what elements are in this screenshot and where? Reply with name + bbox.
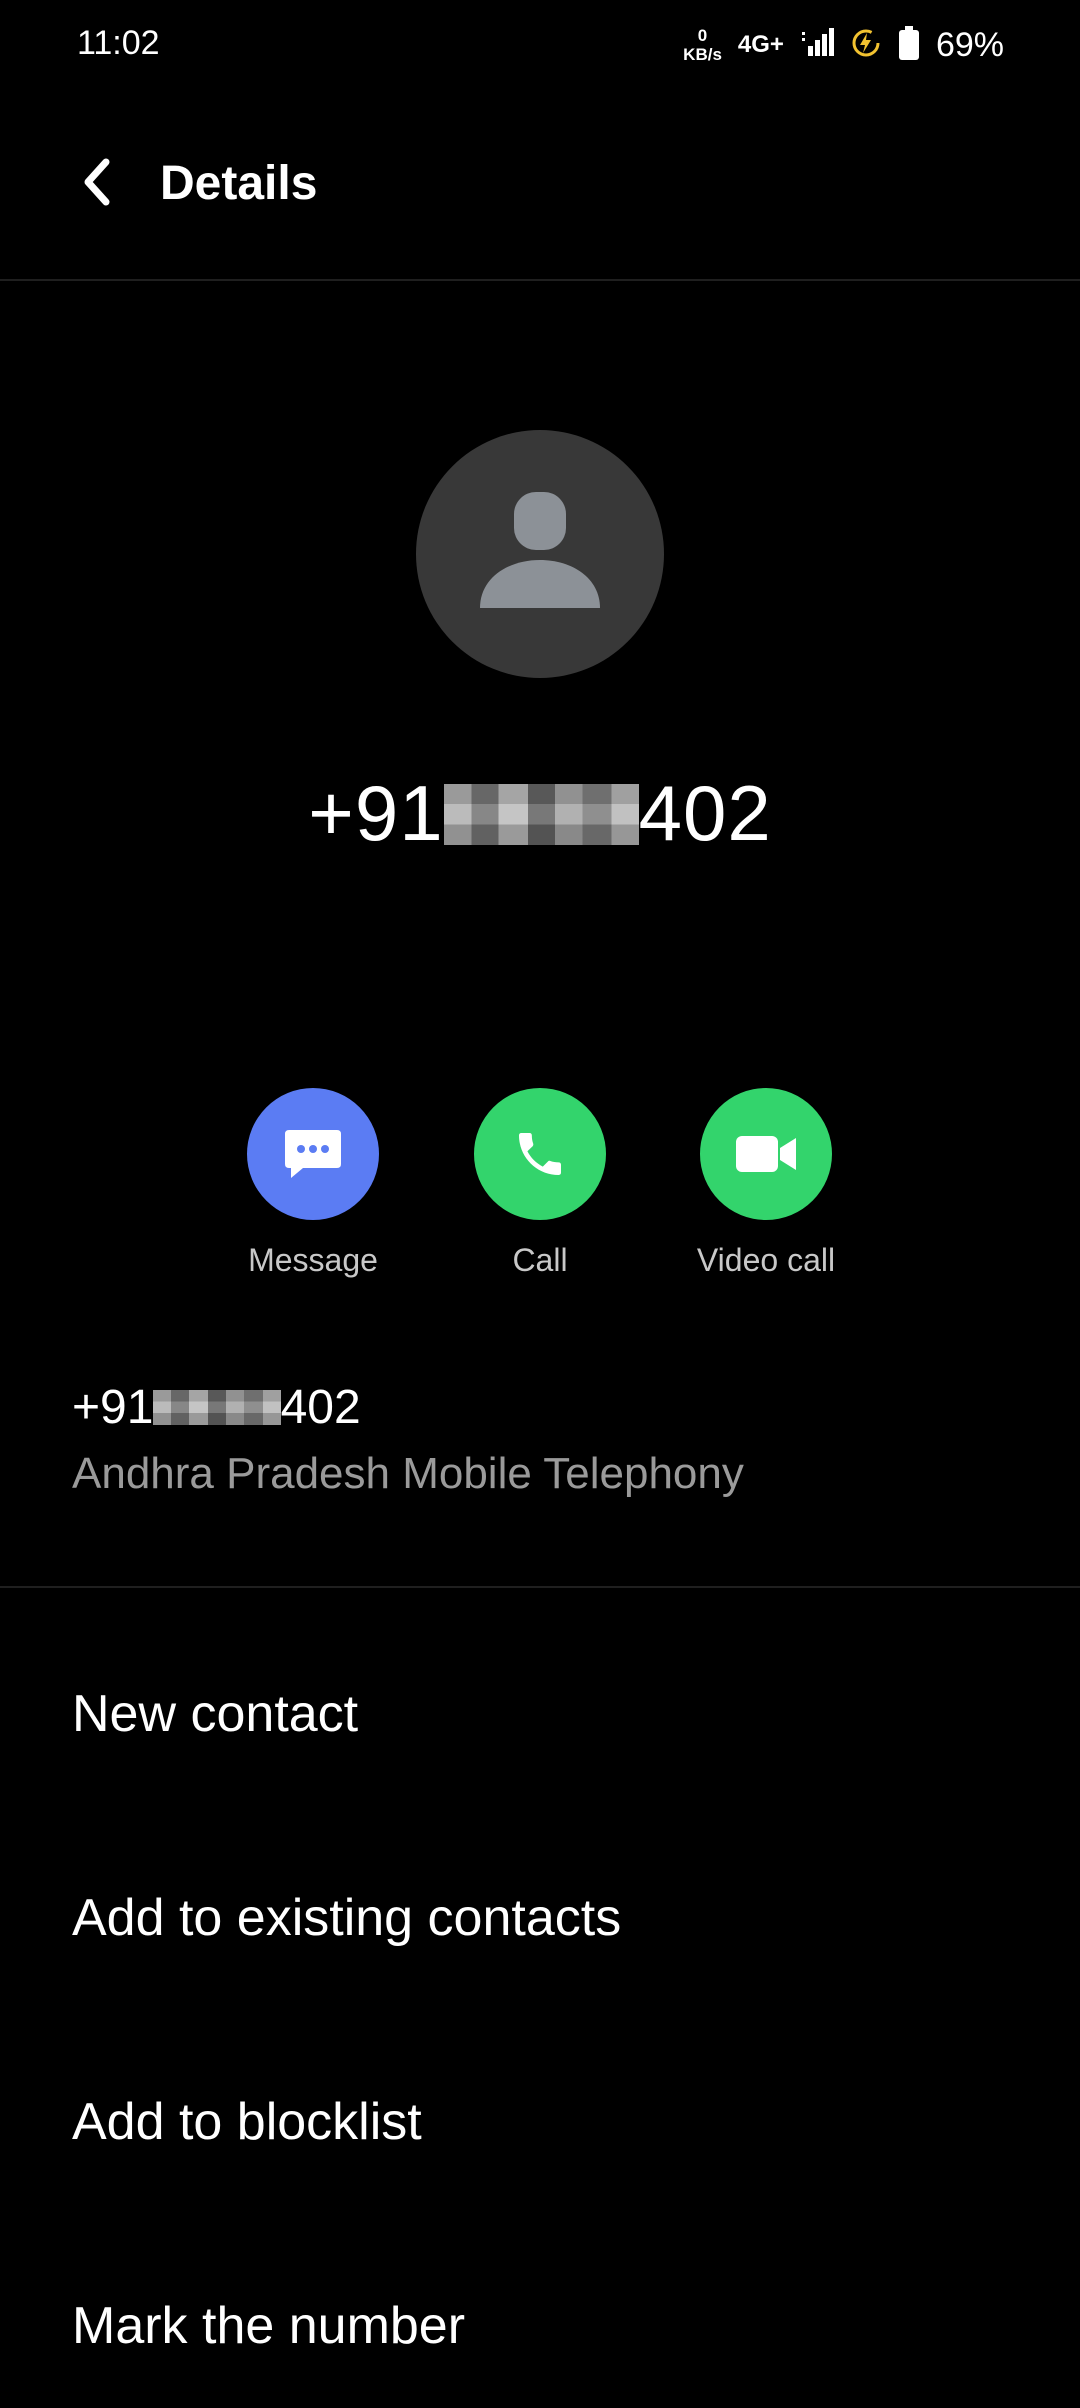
action-buttons: Message Call Video call [0,1088,1080,1288]
phone-icon [519,1133,561,1175]
video-icon [736,1136,796,1172]
contact-number-prefix: +91 [308,769,444,857]
person-icon [480,492,600,608]
page-title: Details [160,157,318,210]
network-speed-value: 0 [697,26,708,45]
call-details-screen: 11:02 0 KB/s 4G+ 69% Details +91 402 Mes… [0,0,1080,2408]
redacted-digits [443,784,639,846]
avatar [416,430,664,678]
signal-icon [800,27,834,63]
add-to-existing-contacts-option[interactable]: Add to existing contacts [72,1888,621,1948]
message-button[interactable]: Message [203,1088,423,1279]
redacted-digits [153,1389,281,1426]
header-divider [0,279,1080,281]
network-speed: 0 KB/s [683,27,722,63]
battery-icon [898,25,920,65]
carrier-label: Andhra Pradesh Mobile Telephony [72,1449,744,1498]
video-call-button-circle[interactable] [700,1088,832,1220]
video-call-button[interactable]: Video call [656,1088,876,1279]
header: Details [0,120,1080,250]
message-button-circle[interactable] [247,1088,379,1220]
battery-percentage: 69% [935,25,1004,64]
message-icon [285,1130,341,1178]
number-info-suffix: 402 [280,1381,361,1434]
contact-number-suffix: 402 [638,769,772,857]
call-button[interactable]: Call [430,1088,650,1279]
message-label: Message [248,1242,378,1278]
status-time: 11:02 [77,24,160,62]
network-speed-unit: KB/s [683,45,722,64]
back-button[interactable] [64,150,128,214]
network-type: 4G+ [737,31,784,58]
call-button-circle[interactable] [474,1088,606,1220]
number-info-number: +91 402 [72,1380,744,1435]
call-label: Call [512,1242,568,1278]
video-call-label: Video call [696,1242,836,1278]
number-info[interactable]: +91 402 Andhra Pradesh Mobile Telephony [72,1380,744,1499]
contact-number: +91 402 [0,768,1080,859]
new-contact-option[interactable]: New contact [72,1684,358,1744]
status-bar: 11:02 0 KB/s 4G+ 69% [0,0,1080,90]
add-to-blocklist-option[interactable]: Add to blocklist [72,2092,422,2152]
number-info-prefix: +91 [72,1381,154,1434]
info-divider [0,1586,1080,1588]
back-arrow-icon [84,158,110,206]
status-icons: 0 KB/s 4G+ 69% [683,22,1004,68]
mark-the-number-option[interactable]: Mark the number [72,2296,465,2356]
battery-saver-icon [850,27,882,64]
